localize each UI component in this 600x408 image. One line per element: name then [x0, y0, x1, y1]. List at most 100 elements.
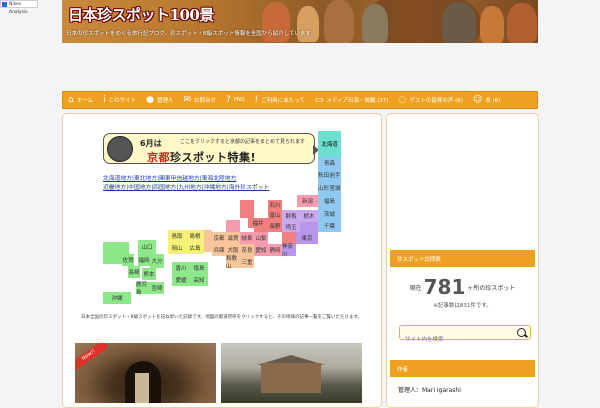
question-icon: ? [226, 94, 231, 105]
map-cell-prefecture[interactable]: 栃木 [300, 210, 318, 222]
counter-prefix: 現在 [409, 285, 422, 292]
nav-item[interactable]: ☺ 本 (6) [468, 92, 505, 108]
nav-item[interactable]: ● 管理人 [141, 92, 178, 108]
counter-widget-heading: 珍スポット訪問数 [390, 250, 535, 267]
monitor-icon: ▭ [314, 94, 324, 105]
site-subtitle: 日本の珍スポットをめぐる旅行記ブログ。珍スポット・B級スポット情報を全国から紹介… [66, 31, 317, 37]
map-cell-prefecture[interactable]: 山形 [318, 181, 329, 195]
profile-widget-heading: 作者 [390, 360, 535, 377]
map-cell-prefecture[interactable]: 山口 [138, 240, 156, 254]
map-cell-prefecture[interactable]: 福岡 [138, 254, 150, 266]
map-cell-prefecture[interactable]: 秋田 [318, 169, 329, 181]
exclamation-icon: ! [254, 94, 259, 105]
map-cell-prefecture[interactable]: 千葉 [318, 220, 341, 232]
map-cell-prefecture[interactable]: 広島 [186, 242, 204, 254]
map-cell-prefecture[interactable]: 徳島 [190, 262, 208, 274]
nav-item-label: お問合せ [194, 98, 217, 104]
mail-icon: ✉ [183, 94, 192, 105]
map-cell-prefecture[interactable]: 香川 [172, 262, 190, 274]
promo-note: ここをクリックすると京都の記事をまとめて見られます [180, 139, 306, 145]
map-cell-prefecture[interactable]: 東京 [296, 232, 318, 244]
home-icon: ⌂ [68, 94, 74, 105]
map-cell-prefecture[interactable]: 沖縄 [103, 292, 131, 304]
nav-item[interactable]: i このサイト [98, 92, 141, 108]
promo-heading: 京都珍スポット特集! [147, 149, 256, 165]
counter-suffix: ヶ所の珍スポット [467, 285, 516, 292]
map-cell-prefecture[interactable]: 鹿児島 [136, 282, 150, 296]
statue-figure [480, 6, 504, 43]
nav-item[interactable]: ◌ ゲストの皆様の声 (6) [393, 92, 467, 108]
search-input[interactable] [400, 333, 515, 347]
statue-figure [324, 0, 354, 43]
main-nav: ⌂ ホーム i このサイト ● 管理人 ✉ お問合せ? FAQ! ご利用にあたって ▭ メディア出演・… [62, 91, 538, 109]
nav-item-label: 管理人 [156, 98, 174, 104]
nav-item-label: ホーム [76, 98, 94, 104]
map-cell-prefecture[interactable]: 埼玉 [282, 222, 300, 232]
nav-item-label: FAQ [233, 97, 245, 103]
promo-heading-red: 京都 [147, 151, 170, 164]
map-cell-hokkaido[interactable]: 北海道 [318, 131, 341, 157]
map-cell-prefecture[interactable]: 熊本 [142, 268, 156, 280]
map-cell-prefecture[interactable]: 三重 [240, 256, 254, 268]
site-description: 日本全国の珍スポット・B級スポットを訪ね歩いた記録です。地図の都道府県をクリック… [81, 315, 363, 320]
nav-item[interactable]: ✉ お問合せ [178, 92, 221, 108]
map-cell-prefecture[interactable]: 岐阜 [240, 232, 254, 244]
counter-note: ※記事数は831件です。 [433, 303, 492, 309]
map-cell-prefecture[interactable]: 青森 [318, 157, 341, 169]
map-cell-prefecture[interactable]: 滋賀 [226, 232, 240, 244]
map-cell-prefecture[interactable]: 福島 [318, 195, 341, 207]
map-cell-prefecture[interactable]: 宮城 [329, 181, 341, 195]
map-cell-prefecture[interactable]: 群馬 [282, 210, 300, 222]
statue-figure [362, 4, 388, 43]
new-ribbon: New!! [75, 343, 108, 371]
map-cell-prefecture[interactable]: 愛媛 [172, 274, 190, 286]
map-cell-prefecture[interactable]: 高知 [190, 274, 208, 286]
tunnel-light [135, 373, 149, 403]
nav-item-label: ご利用にあたって [261, 98, 305, 104]
person-icon: ● [146, 94, 154, 105]
map-cell-prefecture[interactable]: 大分 [150, 254, 164, 268]
site-title[interactable]: 日本珍スポット100景 [68, 4, 214, 25]
search-icon[interactable] [517, 328, 526, 337]
article-thumbnail-building[interactable] [221, 343, 362, 403]
map-cell-prefecture[interactable]: 長崎 [128, 266, 140, 278]
nav-item[interactable]: ? FAQ [221, 92, 249, 108]
nav-item-label: 本 (6) [485, 98, 501, 104]
author-name[interactable]: 管理人：Mari Igarashi [398, 385, 461, 394]
map-cell-prefecture[interactable]: 神奈川 [282, 244, 296, 258]
nav-item-label: ゲストの皆様の声 (6) [409, 98, 463, 104]
map-cell-prefecture[interactable]: 愛知 [254, 244, 268, 256]
map-cell-prefecture[interactable]: 新潟 [297, 195, 318, 207]
nav-item[interactable]: ▭ メディア出演・掲載 (37) [310, 92, 394, 108]
map-cell-prefecture[interactable]: 静岡 [268, 244, 282, 256]
map-cell-prefecture[interactable]: 京都 [212, 232, 226, 244]
analysis-icon [2, 2, 7, 7]
map-cell-prefecture[interactable]: 宮崎 [150, 282, 164, 294]
promo-month: 6月は [140, 139, 162, 148]
map-cell-prefecture[interactable]: 鳥取 [168, 230, 186, 242]
map-cell-prefecture[interactable]: 島根 [186, 230, 204, 242]
map-cell-prefecture[interactable]: 兵庫 [212, 244, 226, 256]
kyoto-feature-banner[interactable]: 6月は ここをクリックすると京都の記事をまとめて見られます 京都珍スポット特集! [103, 131, 341, 167]
map-cell-prefecture[interactable]: 佐賀 [122, 254, 134, 266]
analysis-badge-label: Nikes Analysis [9, 2, 28, 15]
map-cell-prefecture[interactable]: 茨城 [318, 207, 341, 220]
region-links-line2[interactable]: 近畿地方|中国地方|四国地方|九州地方|沖縄地方|海外珍スポット [103, 183, 269, 193]
promo-heading-rest: 珍スポット特集! [170, 151, 257, 164]
nav-item[interactable]: ⌂ ホーム [63, 92, 98, 108]
counter-number: 781 [423, 275, 466, 299]
map-cell-prefecture[interactable]: 岩手 [329, 169, 341, 181]
map-cell-prefecture[interactable]: 山梨 [254, 232, 268, 244]
map-cell-prefecture[interactable]: 岡山 [168, 242, 186, 254]
nav-item[interactable]: ! ご利用にあたって [249, 92, 309, 108]
map-cell-prefecture[interactable]: 福井 [248, 218, 268, 228]
analysis-badge[interactable]: Nikes Analysis [0, 0, 38, 15]
author-face-image [107, 136, 133, 162]
map-cell-prefecture[interactable]: 富山 [268, 210, 282, 220]
map-cell-prefecture[interactable]: 長野 [268, 220, 282, 232]
article-thumbnail-tunnel[interactable]: New!! [75, 343, 216, 403]
site-header-banner[interactable]: 日本珍スポット100景 日本の珍スポットをめぐる旅行記ブログ。珍スポット・B級ス… [62, 0, 538, 43]
map-cell-prefecture[interactable]: 和歌山 [226, 256, 240, 270]
map-cell-prefecture[interactable]: 奈良 [240, 244, 254, 256]
map-cell-prefecture[interactable]: 石川 [268, 200, 282, 210]
